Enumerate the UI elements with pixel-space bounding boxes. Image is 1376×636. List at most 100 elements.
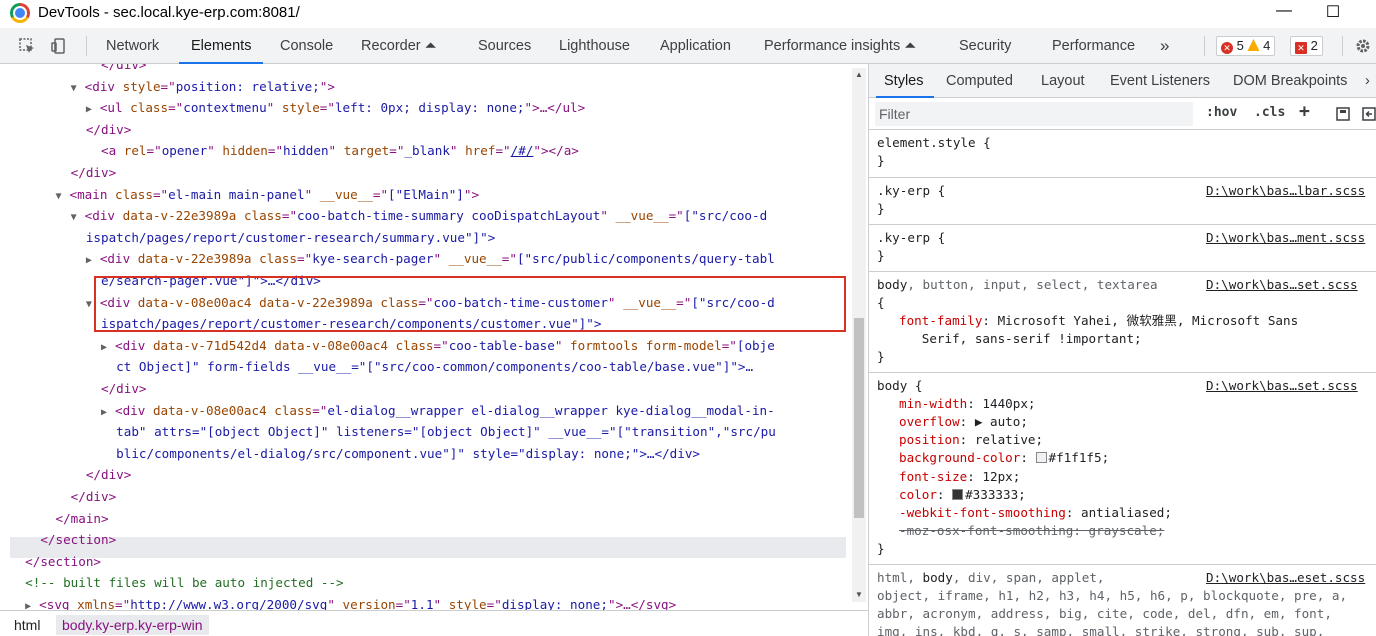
style-rule[interactable]: .ky-erp {D:\work\bas…ment.scss}: [869, 225, 1376, 272]
property-name[interactable]: min-width: [899, 396, 967, 411]
dom-tree-node[interactable]: </div>: [10, 378, 147, 399]
style-declaration[interactable]: min-width: 1440px;: [899, 395, 1036, 413]
style-declaration[interactable]: font-size: 12px;: [899, 468, 1020, 486]
inspect-element-icon[interactable]: [18, 37, 36, 55]
property-name[interactable]: -webkit-font-smoothing: [899, 505, 1066, 520]
property-name[interactable]: color: [899, 487, 937, 502]
property-value[interactable]: ▶ auto;: [975, 414, 1028, 429]
dom-tree-node[interactable]: ▶ <div data-v-22e3989a class="kye-search-…: [10, 248, 775, 269]
property-value[interactable]: #f1f1f5;: [1049, 450, 1110, 465]
scroll-down-icon[interactable]: ▼: [855, 590, 863, 599]
rule-selector[interactable]: .ky-erp {: [877, 182, 945, 200]
tab-event-listeners[interactable]: Event Listeners: [1110, 64, 1210, 98]
property-name[interactable]: font-family: [899, 313, 982, 328]
more-style-tabs-button[interactable]: ›: [1365, 64, 1370, 98]
computed-styles-toggle-icon[interactable]: [1335, 106, 1351, 122]
style-declaration[interactable]: background-color: #f1f1f5;: [899, 449, 1109, 467]
rule-selector-continued[interactable]: abbr, acronym, address, big, cite, code,…: [877, 605, 1332, 623]
dom-tree-node[interactable]: ispatch/pages/report/customer-research/s…: [10, 227, 495, 248]
errors-warnings-badge[interactable]: ✕ 5 4: [1216, 36, 1276, 56]
tab-performance[interactable]: Performance: [1052, 28, 1135, 64]
dom-tree-node[interactable]: ▶ <svg xmlns="http://www.w3.org/2000/svg"…: [10, 594, 676, 610]
rule-source-link[interactable]: D:\work\bas…set.scss: [1206, 276, 1358, 294]
rule-selector[interactable]: body {: [877, 377, 923, 395]
declaration-continued[interactable]: Serif, sans-serif !important;: [899, 330, 1142, 348]
more-tabs-button[interactable]: »: [1160, 28, 1169, 64]
tab-layout[interactable]: Layout: [1041, 64, 1085, 98]
rule-source-link[interactable]: D:\work\bas…set.scss: [1206, 377, 1358, 395]
expanded-triangle-icon[interactable]: ▼: [71, 78, 85, 99]
issues-badge[interactable]: ✕ 2: [1290, 36, 1323, 56]
collapsed-triangle-icon[interactable]: ▶: [101, 402, 115, 423]
style-declaration[interactable]: color: #333333;: [899, 486, 1026, 504]
dom-tree-node[interactable]: </section>: [10, 529, 116, 550]
rule-selector[interactable]: html, body, div, span, applet,: [877, 569, 1105, 587]
scrollbar-thumb[interactable]: [854, 318, 864, 518]
style-declaration[interactable]: -webkit-font-smoothing: antialiased;: [899, 504, 1172, 522]
tab-recorder[interactable]: Recorder ⏶: [361, 28, 436, 64]
property-value[interactable]: 1440px;: [982, 396, 1035, 411]
style-rule[interactable]: element.style {}: [869, 130, 1376, 178]
tab-application[interactable]: Application: [660, 28, 731, 64]
dom-tree-node[interactable]: </div>: [10, 119, 132, 140]
property-name[interactable]: background-color: [899, 450, 1020, 465]
rule-source-link[interactable]: D:\work\bas…eset.scss: [1206, 569, 1365, 587]
property-value[interactable]: 12px;: [982, 469, 1020, 484]
dom-tree-node[interactable]: </div>: [10, 464, 132, 485]
tab-lighthouse[interactable]: Lighthouse: [559, 28, 630, 64]
dom-tree-node[interactable]: </div>: [10, 486, 117, 507]
dom-tree-node[interactable]: ▶ <div data-v-71d542d4 data-v-08e00ac4 cl…: [10, 335, 775, 356]
rule-source-link[interactable]: D:\work\bas…ment.scss: [1206, 229, 1365, 247]
style-rule[interactable]: .ky-erp {D:\work\bas…lbar.scss}: [869, 178, 1376, 225]
property-name[interactable]: font-size: [899, 469, 967, 484]
new-rule-button[interactable]: +: [1299, 101, 1310, 122]
collapsed-triangle-icon[interactable]: ▶: [25, 596, 39, 610]
rule-selector[interactable]: element.style {: [877, 134, 991, 152]
dom-tree-node[interactable]: ▼ <main class="el-main main-panel" __vue_…: [10, 184, 480, 207]
dom-tree-node[interactable]: </section>: [10, 551, 101, 572]
property-value[interactable]: antialiased;: [1081, 505, 1172, 520]
rule-selector-continued[interactable]: img, ins, kbd, q, s, samp, small, strike…: [877, 623, 1324, 636]
property-value[interactable]: relative;: [975, 432, 1043, 447]
dom-tree-node[interactable]: ▶ <ul class="contextmenu" style="left: 0p…: [10, 97, 585, 118]
tab-styles[interactable]: Styles: [876, 64, 933, 98]
tab-dom-breakpoints[interactable]: DOM Breakpoints: [1233, 64, 1347, 98]
class-toggle[interactable]: .cls: [1254, 105, 1285, 120]
rule-selector-continued[interactable]: object, iframe, h1, h2, h3, h4, h5, h6, …: [877, 587, 1347, 605]
maximize-button[interactable]: ☐: [1318, 2, 1348, 22]
elements-scrollbar[interactable]: ▲ ▼: [852, 68, 866, 602]
style-declaration[interactable]: position: relative;: [899, 431, 1043, 449]
dom-tree-node[interactable]: ▶ <div data-v-08e00ac4 class="el-dialog__…: [10, 400, 775, 421]
rule-source-link[interactable]: D:\work\bas…lbar.scss: [1206, 182, 1365, 200]
rule-selector[interactable]: body, button, input, select, textarea: [877, 276, 1158, 294]
hover-state-toggle[interactable]: :hov: [1206, 105, 1237, 120]
device-toolbar-icon[interactable]: [50, 37, 68, 55]
expanded-triangle-icon[interactable]: ▼: [56, 186, 70, 207]
tab-performance-insights[interactable]: Performance insights ⏶: [764, 28, 916, 64]
breadcrumb-html[interactable]: html: [8, 615, 46, 635]
property-value[interactable]: Microsoft Yahei, 微软雅黑, Microsoft Sans: [998, 313, 1299, 328]
property-name[interactable]: position: [899, 432, 960, 447]
dom-tree-node[interactable]: </div>: [10, 162, 117, 183]
sidebar-toggle-icon[interactable]: [1361, 106, 1376, 122]
dom-tree-node[interactable]: <!-- built files will be auto injected -…: [10, 572, 343, 593]
tab-console[interactable]: Console: [280, 28, 333, 64]
collapsed-triangle-icon[interactable]: ▶: [101, 337, 115, 358]
settings-gear-icon[interactable]: [1354, 37, 1372, 55]
dom-tree-node[interactable]: </div>: [10, 64, 147, 75]
dom-tree-node[interactable]: </main>: [10, 508, 109, 529]
dom-tree-node[interactable]: ▼ <div style="position: relative;">: [10, 76, 335, 97]
styles-filter-input[interactable]: [875, 102, 1193, 126]
dom-tree-node[interactable]: ct Object]" form-fields __vue__="["src/c…: [10, 356, 753, 377]
tab-elements[interactable]: Elements: [178, 28, 265, 64]
tab-sources[interactable]: Sources: [478, 28, 531, 64]
rule-selector[interactable]: .ky-erp {: [877, 229, 945, 247]
dom-tree-node[interactable]: tab" attrs="[object Object]" listeners="…: [10, 421, 776, 442]
minimize-button[interactable]: —: [1269, 2, 1299, 20]
dom-tree-node[interactable]: blic/components/el-dialog/src/component.…: [10, 443, 700, 464]
tab-security[interactable]: Security: [959, 28, 1011, 64]
style-declaration[interactable]: font-family: Microsoft Yahei, 微软雅黑, Micr…: [899, 312, 1298, 330]
color-swatch[interactable]: [952, 488, 964, 500]
style-rule[interactable]: html, body, div, span, applet, D:\work\ba…: [869, 565, 1376, 636]
expanded-triangle-icon[interactable]: ▼: [71, 207, 85, 228]
